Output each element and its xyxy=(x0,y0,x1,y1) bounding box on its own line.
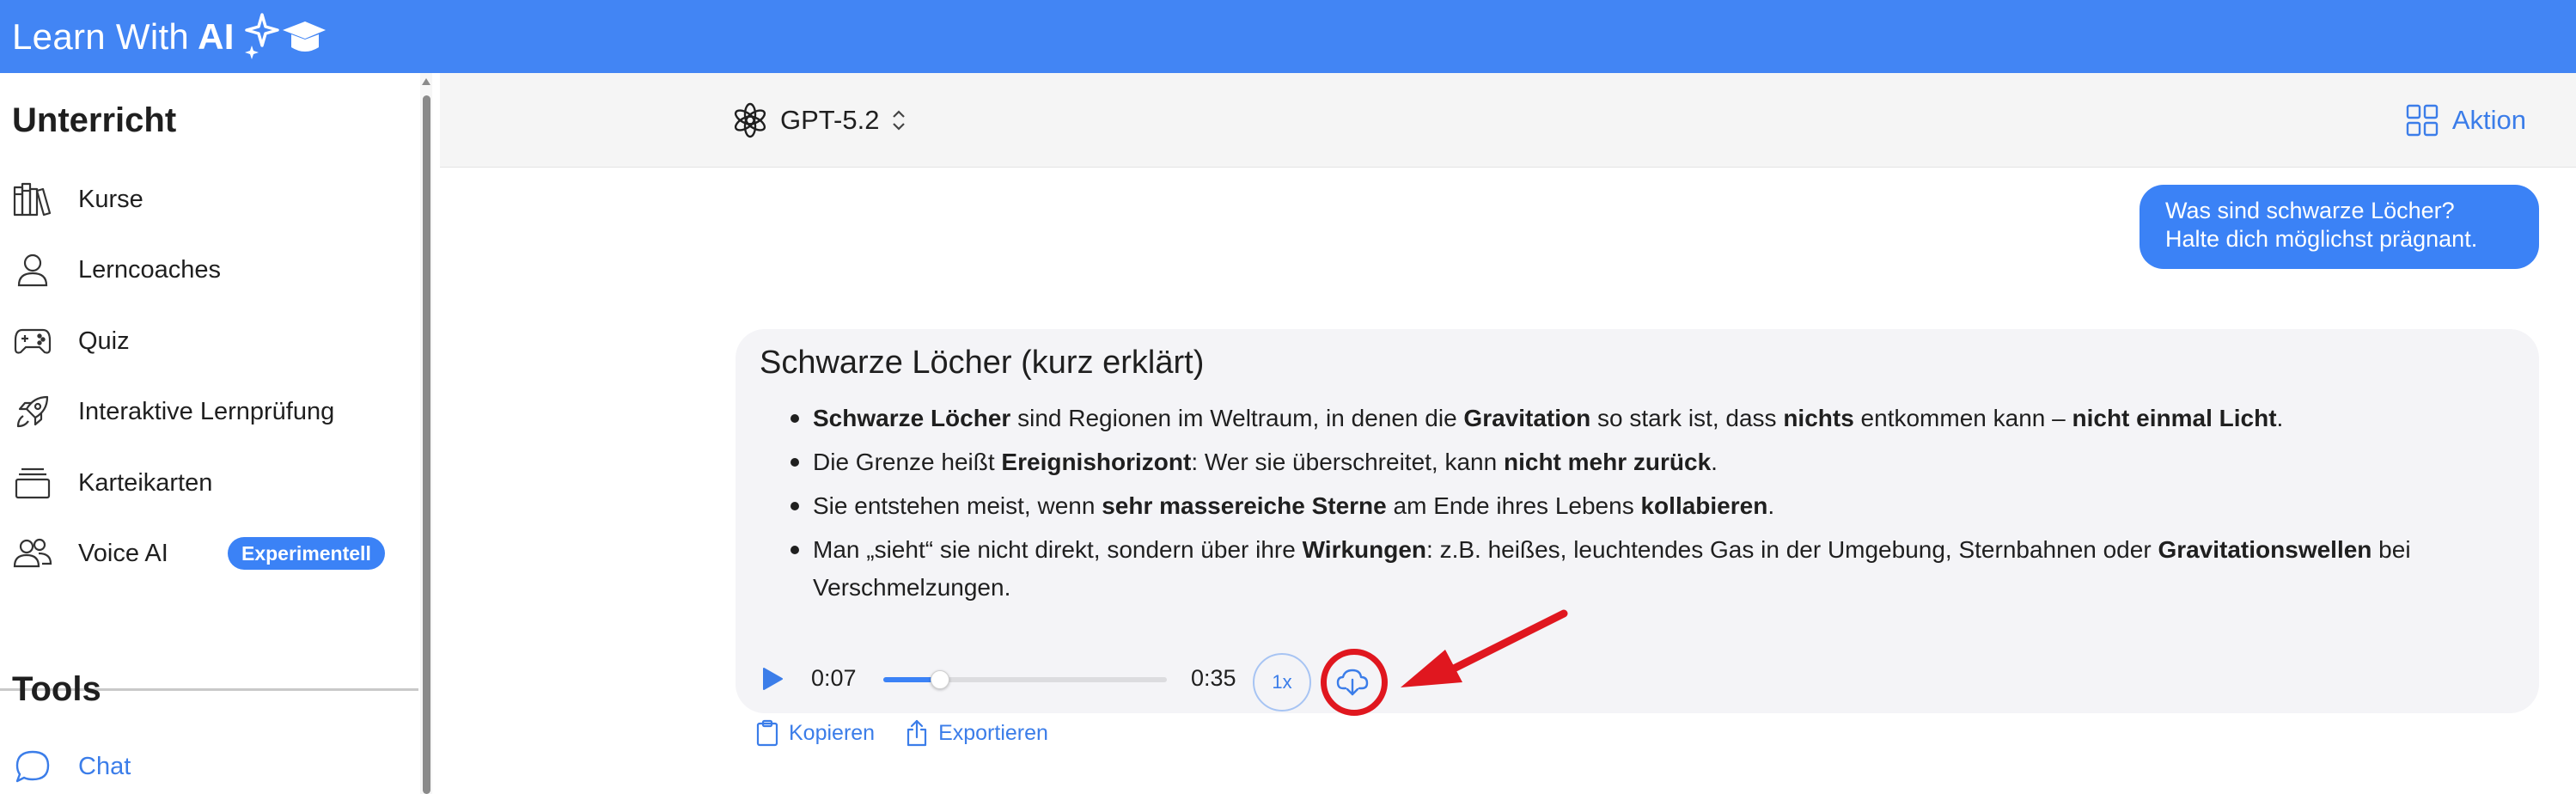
experimental-badge: Experimentell xyxy=(228,537,385,570)
users-icon xyxy=(12,533,53,574)
playback-speed-button[interactable]: 1x xyxy=(1253,653,1311,712)
scroll-up-icon[interactable] xyxy=(422,78,430,85)
download-audio-button[interactable] xyxy=(1327,657,1378,708)
sidebar-item-label: Kurse xyxy=(78,185,143,213)
message-actions: Kopieren Exportieren xyxy=(756,719,1079,747)
sidebar: Unterricht Kurse Lerncoaches Quiz Intera… xyxy=(0,73,421,794)
clipboard-icon xyxy=(756,719,778,747)
bold-text: Wirkungen xyxy=(1302,536,1427,563)
bold-text: Gravitationswellen xyxy=(2158,536,2372,563)
bold-text: kollabieren xyxy=(1640,492,1768,519)
answer-bullet: Die Grenze heißt Ereignishorizont: Wer s… xyxy=(760,443,2512,481)
gamepad-icon xyxy=(12,321,53,362)
bold-text: sehr massereiche Sterne xyxy=(1102,492,1387,519)
sidebar-item-lerncoaches[interactable]: Lerncoaches xyxy=(0,240,404,300)
text-segment: am Ende ihres Lebens xyxy=(1386,492,1641,519)
audio-current-time: 0:07 xyxy=(811,665,857,691)
sidebar-item-label: Quiz xyxy=(78,327,130,355)
cloud-download-icon xyxy=(1336,669,1369,696)
user-message-line: Halte dich möglichst prägnant. xyxy=(2165,226,2478,252)
rocket-icon xyxy=(12,391,53,432)
answer-title: Schwarze Löcher (kurz erklärt) xyxy=(760,345,1205,381)
top-bar: Learn With AI xyxy=(0,0,2576,73)
share-export-icon xyxy=(906,719,927,747)
model-selector[interactable]: GPT-5.2 xyxy=(732,102,906,138)
chat-bubble-icon xyxy=(12,746,53,787)
text-segment: . xyxy=(2276,405,2284,431)
sidebar-item-label: Karteikarten xyxy=(78,468,213,497)
text-segment: entkommen kann – xyxy=(1853,405,2072,431)
sidebar-item-quiz[interactable]: Quiz xyxy=(0,311,404,371)
chat-header: GPT-5.2 Aktion xyxy=(440,73,2576,168)
bold-text: nicht einmal Licht xyxy=(2072,405,2277,431)
sidebar-item-label: Interaktive Lernprüfung xyxy=(78,397,335,425)
sidebar-item-label: Voice AI xyxy=(78,539,168,567)
text-segment: Die Grenze heißt xyxy=(813,449,1002,475)
text-segment: : z.B. heißes, leuchtendes Gas in der Um… xyxy=(1426,536,2158,563)
text-segment: . xyxy=(1711,449,1718,475)
books-icon xyxy=(12,179,53,220)
aktion-label: Aktion xyxy=(2451,105,2526,135)
play-icon[interactable] xyxy=(761,667,784,691)
brand-text: Learn With xyxy=(12,15,190,57)
bold-text: Ereignishorizont xyxy=(1001,449,1192,475)
bold-text: nicht mehr zurück xyxy=(1503,449,1712,475)
bold-text: Schwarze Löcher xyxy=(813,405,1011,431)
sidebar-item-interaktive-lernpruefung[interactable]: Interaktive Lernprüfung xyxy=(0,382,404,442)
answer-bullet: Sie entstehen meist, wenn sehr massereic… xyxy=(760,487,2512,525)
user-message-bubble: Was sind schwarze Löcher? Halte dich mög… xyxy=(2140,185,2539,269)
brand-ai: AI xyxy=(198,15,235,57)
model-name: GPT-5.2 xyxy=(780,105,880,135)
sidebar-item-label: Lerncoaches xyxy=(78,255,222,284)
export-button[interactable]: Exportieren xyxy=(906,719,1048,747)
answer-bullet: Man „sieht“ sie nicht direkt, sondern üb… xyxy=(760,531,2512,607)
sparkles-graduation-cap-icon xyxy=(244,12,326,59)
text-segment: Sie entstehen meist, wenn xyxy=(813,492,1102,519)
text-segment: so stark ist, dass xyxy=(1590,405,1784,431)
bold-text: Gravitation xyxy=(1463,405,1591,431)
chevron-up-down-icon xyxy=(893,110,906,131)
text-segment: Man „sieht“ sie nicht direkt, sondern üb… xyxy=(813,536,1303,563)
aktion-button[interactable]: Aktion xyxy=(2406,104,2526,137)
audio-progress-knob[interactable] xyxy=(931,670,949,689)
sidebar-item-kurse[interactable]: Kurse xyxy=(0,169,404,229)
app-logo[interactable]: Learn With AI xyxy=(12,11,326,63)
sidebar-item-karteikarten[interactable]: Karteikarten xyxy=(0,453,404,513)
red-arrow-annotation xyxy=(1401,609,1568,687)
audio-progress-slider[interactable] xyxy=(883,670,1167,689)
sidebar-scrollbar[interactable] xyxy=(420,73,432,794)
answer-bullet-list: Schwarze Löcher sind Regionen im Weltrau… xyxy=(760,400,2512,613)
audio-duration: 0:35 xyxy=(1191,665,1236,691)
cards-stack-icon xyxy=(12,462,53,504)
text-segment: sind Regionen im Weltraum, in denen die xyxy=(1010,405,1464,431)
section-title-tools: Tools xyxy=(12,670,101,708)
sidebar-item-voice-ai[interactable]: Voice AI Experimentell xyxy=(0,523,404,583)
text-segment: . xyxy=(1767,492,1775,519)
bold-text: nichts xyxy=(1783,405,1854,431)
text-segment: : Wer sie überschreitet, kann xyxy=(1191,449,1504,475)
export-label: Exportieren xyxy=(938,720,1048,745)
person-icon xyxy=(12,249,53,290)
sidebar-item-chat[interactable]: Chat xyxy=(0,736,404,794)
sidebar-item-label: Chat xyxy=(78,752,131,780)
section-title-unterricht: Unterricht xyxy=(12,101,177,139)
user-message-line: Was sind schwarze Löcher? xyxy=(2165,198,2455,223)
answer-bullet: Schwarze Löcher sind Regionen im Weltrau… xyxy=(760,400,2512,437)
copy-button[interactable]: Kopieren xyxy=(756,719,875,747)
copy-label: Kopieren xyxy=(789,720,876,745)
grid-icon xyxy=(2406,104,2439,137)
openai-logo-icon xyxy=(734,102,766,138)
scrollbar-thumb[interactable] xyxy=(423,95,430,794)
assistant-message-card: Schwarze Löcher (kurz erklärt) Schwarze … xyxy=(736,329,2539,716)
